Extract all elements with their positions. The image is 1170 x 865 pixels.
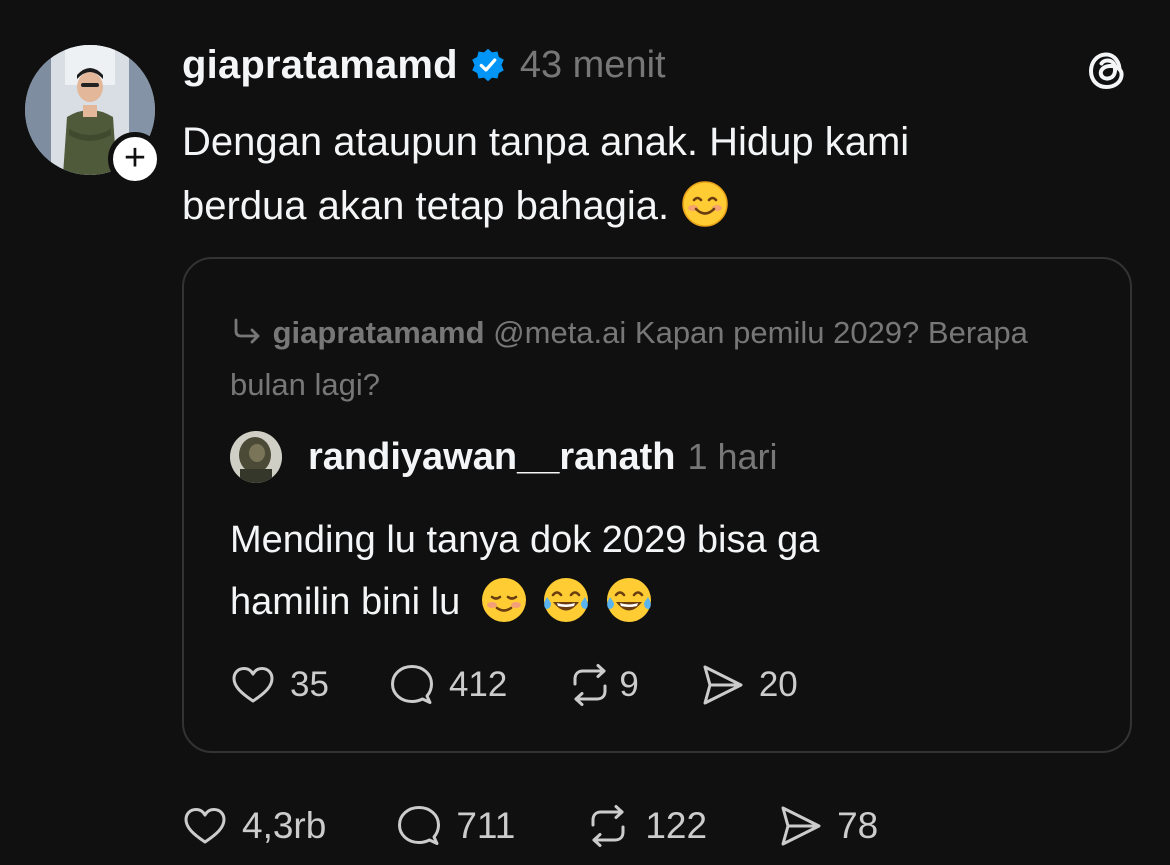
quoted-post-header: randiyawan__ranath 1 hari xyxy=(230,431,778,483)
quoted-comment-button[interactable]: 412 xyxy=(389,662,507,708)
quoted-like-count: 35 xyxy=(290,665,329,704)
share-count: 78 xyxy=(837,805,879,846)
quoted-author-username[interactable]: randiyawan__ranath xyxy=(308,436,675,479)
author-username[interactable]: giapratamamd xyxy=(182,43,458,88)
quoted-comment-count: 412 xyxy=(448,665,508,704)
share-icon xyxy=(781,806,821,846)
quoted-post-card[interactable]: giapratamamd @meta.ai Kapan pemilu 2029?… xyxy=(182,257,1132,753)
post-header: giapratamamd 43 menit xyxy=(182,40,666,90)
quoted-post-actions: 35 412 9 20 xyxy=(230,661,858,709)
like-count: 4,3rb xyxy=(242,805,327,846)
quoted-share-button[interactable]: 20 xyxy=(699,662,798,708)
repost-count: 122 xyxy=(645,805,708,846)
comment-count: 711 xyxy=(456,805,516,846)
smiling-face-emoji xyxy=(481,577,526,622)
share-icon xyxy=(703,665,743,705)
heart-icon xyxy=(232,667,274,703)
quoted-text-line-1: Mending lu tanya dok 2029 bisa ga xyxy=(230,519,820,561)
comment-icon xyxy=(390,665,433,704)
quoted-author-avatar[interactable] xyxy=(230,431,282,483)
smiling-face-emoji xyxy=(682,181,728,228)
post-text-line-2: berdua akan tetap bahagia. xyxy=(182,184,670,228)
quoted-text-line-2-wrap: hamilin bini lu xyxy=(230,571,1090,633)
tears-of-joy-emoji xyxy=(606,577,651,622)
quoted-post-text: Mending lu tanya dok 2029 bisa ga hamili… xyxy=(230,509,1090,633)
quoted-text-line-2: hamilin bini lu xyxy=(230,581,461,623)
reply-username[interactable]: giapratamamd xyxy=(273,315,485,350)
quoted-repost-button[interactable]: 9 xyxy=(567,662,639,708)
repost-icon xyxy=(591,805,625,847)
tears-of-joy-emoji xyxy=(544,577,589,622)
quoted-share-count: 20 xyxy=(758,665,798,704)
post-time: 43 menit xyxy=(519,43,666,86)
share-button[interactable]: 78 xyxy=(777,803,878,849)
reply-arrow-icon xyxy=(234,318,260,344)
post-actions: 4,3rb 711 122 78 xyxy=(182,802,948,850)
post-text-line-2-wrap: berdua akan tetap bahagia. xyxy=(182,174,1082,238)
plus-icon: + xyxy=(123,136,147,179)
verified-icon xyxy=(472,48,504,82)
reply-reference: giapratamamd @meta.ai Kapan pemilu 2029?… xyxy=(230,307,1110,411)
comment-button[interactable]: 711 xyxy=(396,803,515,849)
threads-post: + giapratamamd 43 menit Dengan ataupun t… xyxy=(0,0,1170,865)
comment-icon xyxy=(398,806,441,845)
threads-logo-icon[interactable] xyxy=(1082,44,1134,96)
heart-icon xyxy=(184,808,226,844)
post-text: Dengan ataupun tanpa anak. Hidup kami be… xyxy=(182,110,1082,238)
like-button[interactable]: 4,3rb xyxy=(182,803,326,849)
follow-button[interactable]: + xyxy=(108,132,162,186)
quoted-post-time: 1 hari xyxy=(687,436,778,477)
repost-button[interactable]: 122 xyxy=(585,803,707,849)
quoted-repost-count: 9 xyxy=(619,665,639,704)
quoted-like-button[interactable]: 35 xyxy=(230,662,329,708)
repost-icon xyxy=(573,664,607,706)
post-text-line-1: Dengan ataupun tanpa anak. Hidup kami xyxy=(182,120,910,164)
